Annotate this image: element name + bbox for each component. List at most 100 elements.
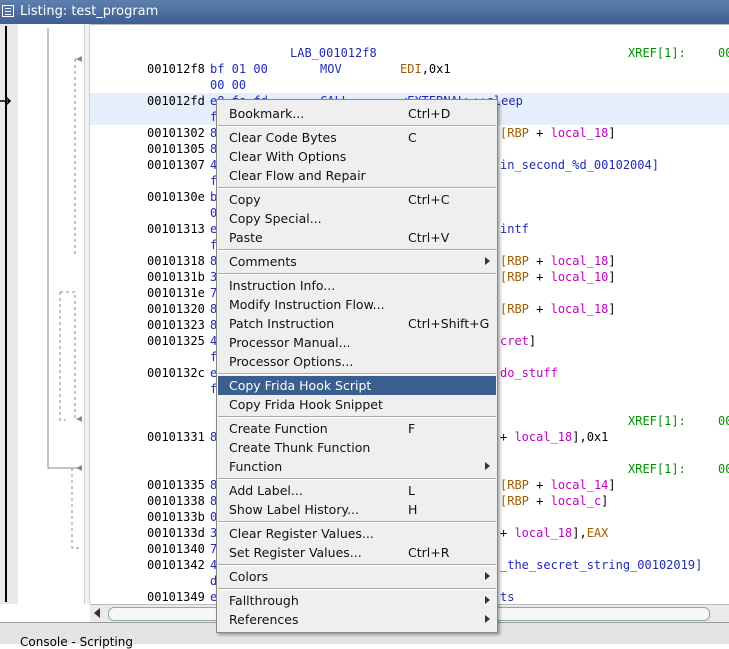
operand-num: + (528, 270, 551, 284)
tab-console-scripting[interactable]: Console - Scripting (20, 635, 133, 649)
instruction-address[interactable]: 00101342 (147, 557, 205, 573)
menu-item-paste[interactable]: Paste Ctrl+V (218, 228, 496, 247)
menu-item-create-thunk-function[interactable]: Create Thunk Function (218, 438, 496, 457)
instruction-address[interactable]: 001012f8 (147, 61, 205, 77)
menu-item-instruction-info[interactable]: Instruction Info... (218, 276, 496, 295)
menu-item-references[interactable]: References (218, 610, 496, 629)
menu-item-copy-special[interactable]: Copy Special... (218, 209, 496, 228)
submenu-arrow-icon (485, 462, 490, 470)
menu-separator (218, 249, 496, 251)
menu-separator (218, 588, 496, 590)
scroll-left-icon[interactable] (94, 608, 100, 618)
instruction-address[interactable]: 00101320 (147, 301, 205, 317)
instruction-address[interactable]: 00101325 (147, 333, 205, 349)
menu-item-copy-frida-hook-script[interactable]: Copy Frida Hook Script (218, 376, 496, 395)
instruction-bytes-cont: 00 00 (210, 78, 247, 92)
arrow-head-icon (76, 56, 82, 62)
operand-num: + (500, 526, 515, 540)
instruction-address[interactable]: 0010133b (147, 509, 205, 525)
instruction-address[interactable]: 001012fd (147, 93, 205, 109)
instruction-address[interactable]: 00101335 (147, 477, 205, 493)
instruction-bytes: bf 01 00 (210, 62, 268, 76)
menu-item-label: Copy (229, 192, 261, 207)
instruction-operands: cret] (500, 333, 536, 349)
instruction-operands: [RBP + local_18] (500, 253, 616, 269)
menu-item-colors[interactable]: Colors (218, 567, 496, 586)
instruction-address[interactable]: 0010131e (147, 285, 205, 301)
operand-num: ,0x1 (421, 62, 451, 76)
instruction-address[interactable]: 00101340 (147, 541, 205, 557)
instruction-address[interactable]: 0010130e (147, 189, 205, 205)
instruction-address[interactable]: 00101331 (147, 429, 205, 445)
menu-item-modify-instruction-flow[interactable]: Modify Instruction Flow... (218, 295, 496, 314)
menu-separator (218, 416, 496, 418)
window-titlebar[interactable]: Listing: test_program (0, 0, 729, 24)
menu-separator (218, 521, 496, 523)
flow-arrow-gutter[interactable] (18, 24, 84, 604)
menu-item-label: Copy Frida Hook Snippet (229, 397, 383, 412)
operand-local: local_18 (550, 302, 609, 316)
menu-item-comments[interactable]: Comments (218, 252, 496, 271)
menu-item-add-label[interactable]: Add Label... L (218, 481, 496, 500)
instruction-operands: do_stuff (500, 365, 558, 381)
menu-item-function[interactable]: Function (218, 457, 496, 476)
instruction-operands: in_second_%d_00102004] (500, 157, 659, 173)
menu-item-create-function[interactable]: Create Function F (218, 419, 496, 438)
instruction-operands: intf (500, 221, 529, 237)
menu-item-clear-flow-and-repair[interactable]: Clear Flow and Repair (218, 166, 496, 185)
menu-item-clear-with-options[interactable]: Clear With Options (218, 147, 496, 166)
menu-item-label: Processor Manual... (229, 335, 351, 350)
instruction-address[interactable]: 00101313 (147, 221, 205, 237)
operand-lbl: ts (500, 590, 515, 604)
operand-reg: [RBP (500, 478, 529, 492)
instruction-address[interactable]: 0010133d (147, 525, 205, 541)
menu-item-shortcut: Ctrl+Shift+G (408, 316, 490, 331)
menu-item-label: References (229, 612, 299, 627)
instruction-address[interactable]: 00101307 (147, 157, 205, 173)
operand-num: ] (608, 302, 616, 316)
instruction-operands: + local_18],0x1 (500, 429, 608, 445)
menu-item-show-label-history[interactable]: Show Label History... H (218, 500, 496, 519)
instruction-address[interactable]: 00101305 (147, 141, 205, 157)
instruction-address[interactable]: 00101338 (147, 493, 205, 509)
menu-item-processor-manual[interactable]: Processor Manual... (218, 333, 496, 352)
instruction-address[interactable]: 00101349 (147, 589, 205, 604)
menu-item-set-register-values[interactable]: Set Register Values... Ctrl+R (218, 543, 496, 562)
operand-reg: [RBP (500, 494, 529, 508)
operand-local: local_c (550, 494, 602, 508)
menu-item-copy[interactable]: Copy Ctrl+C (218, 190, 496, 209)
menu-item-shortcut: F (408, 421, 416, 436)
menu-item-copy-frida-hook-snippet[interactable]: Copy Frida Hook Snippet (218, 395, 496, 414)
menu-item-label: Comments (229, 254, 297, 269)
menu-item-processor-options[interactable]: Processor Options... (218, 352, 496, 371)
instruction-address[interactable]: 00101323 (147, 317, 205, 333)
menu-item-patch-instruction[interactable]: Patch Instruction Ctrl+Shift+G (218, 314, 496, 333)
instruction-address[interactable]: 0010132c (147, 365, 205, 381)
context-menu[interactable]: Bookmark... Ctrl+D Clear Code Bytes C Clear … (216, 99, 498, 633)
menu-item-shortcut: Ctrl+C (408, 192, 450, 207)
menu-separator (218, 125, 496, 127)
instruction-address[interactable]: 00101302 (147, 125, 205, 141)
xref-label: XREF[1]: (628, 46, 686, 60)
submenu-arrow-icon (485, 257, 490, 265)
menu-item-fallthrough[interactable]: Fallthrough (218, 591, 496, 610)
instruction-operands: _the_secret_string_00102019] (500, 557, 702, 573)
menu-item-clear-code-bytes[interactable]: Clear Code Bytes C (218, 128, 496, 147)
operand-num: + (528, 494, 551, 508)
menu-item-shortcut: Ctrl+R (408, 545, 450, 560)
xref-value: 00 (718, 414, 729, 428)
operand-num: + (528, 126, 551, 140)
instruction-address[interactable]: 00101318 (147, 253, 205, 269)
operand-reg: [RBP (500, 126, 529, 140)
operand-num: ] (608, 126, 616, 140)
margin-gutter[interactable] (0, 24, 18, 604)
operand-local: local_18 (550, 254, 609, 268)
menu-item-bookmark[interactable]: Bookmark... Ctrl+D (218, 104, 496, 123)
menu-item-label: Instruction Info... (229, 278, 336, 293)
operand-lbl: intf (500, 222, 529, 236)
menu-item-label: Paste (229, 230, 263, 245)
submenu-arrow-icon (485, 572, 490, 580)
instruction-address[interactable]: 0010131b (147, 269, 205, 285)
menu-item-clear-register-values[interactable]: Clear Register Values... (218, 524, 496, 543)
instruction-operands: [RBP + local_c] (500, 493, 608, 509)
